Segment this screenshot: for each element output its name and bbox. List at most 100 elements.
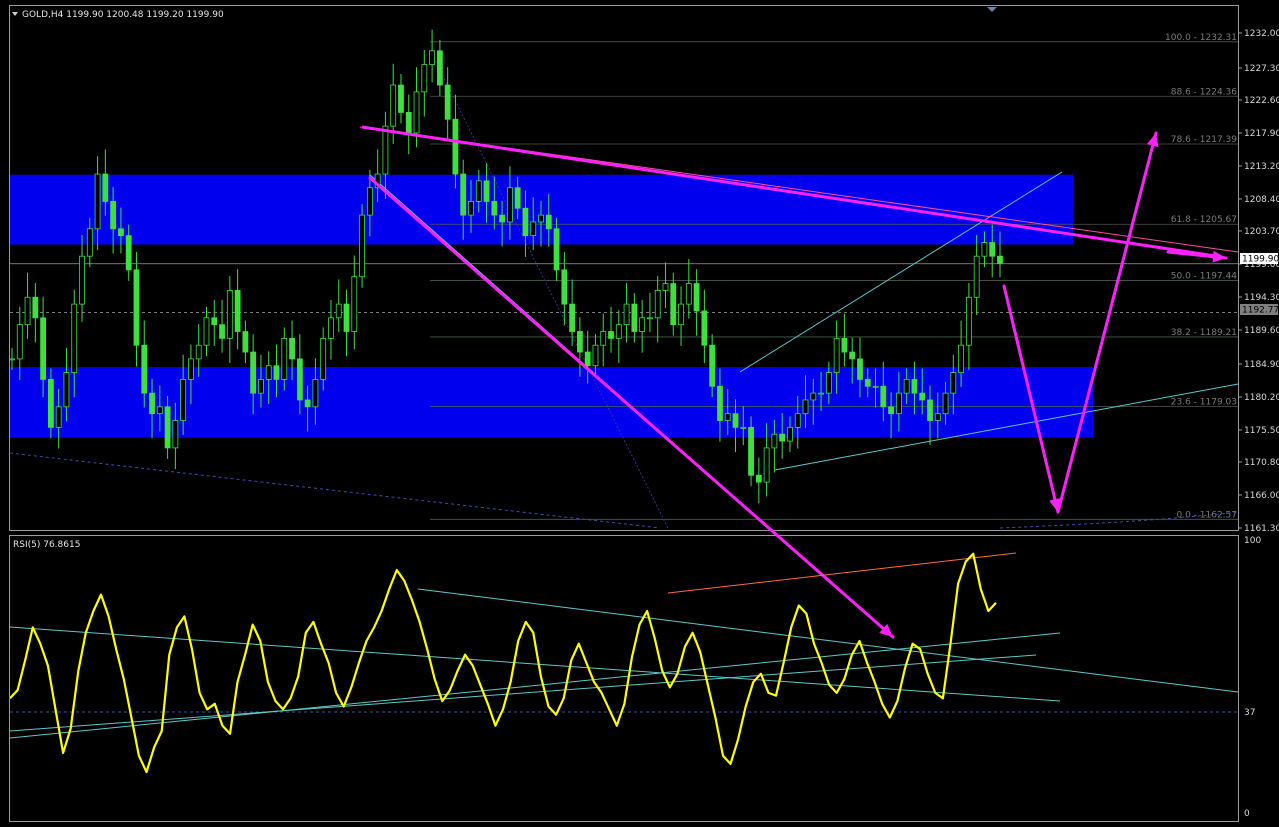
candle-body	[895, 392, 902, 415]
candle-body	[63, 372, 70, 408]
rsi-tick-label: 0	[1244, 809, 1250, 819]
candle-body	[452, 118, 459, 175]
candle-body	[180, 379, 187, 421]
chart-window: 100.0 - 1232.31 88.6 - 1224.36 78.6 - 1217…	[0, 0, 1279, 827]
dropdown-triangle-icon[interactable]	[12, 12, 18, 16]
candle-body	[538, 214, 544, 223]
lower-dashed-trendline	[10, 452, 661, 529]
candle-body	[149, 392, 155, 415]
rsi-divergence-line	[667, 552, 1017, 594]
diagonal-dotted-line	[429, 49, 669, 529]
candle-body	[755, 474, 762, 483]
candle-body	[592, 344, 599, 367]
candle-body	[545, 214, 552, 230]
price-tick-label: 1222.60	[1244, 96, 1279, 106]
candle-body	[47, 379, 54, 428]
candle-body	[141, 344, 148, 394]
candle-body	[390, 84, 397, 127]
price-tick-label: 1175.50	[1244, 426, 1279, 436]
candle-body	[981, 242, 988, 257]
candle-body	[950, 372, 957, 394]
price-tick-label: 1203.70	[1244, 227, 1279, 237]
candle-body	[289, 337, 295, 360]
fib-label: 23.6 - 1179.03	[1171, 398, 1237, 408]
candle-body	[133, 269, 140, 346]
candle-body	[382, 125, 389, 175]
price-tick-label: 1213.20	[1244, 162, 1279, 172]
candle-body	[623, 303, 630, 326]
candle-body	[86, 228, 93, 257]
price-tick-label: 1184.90	[1244, 360, 1279, 370]
candle-body	[405, 112, 412, 134]
candle-body	[615, 324, 622, 339]
candle-body	[460, 173, 467, 216]
candle-body	[678, 303, 684, 326]
candle-body	[825, 372, 832, 394]
candle-body	[172, 420, 179, 449]
candle-body	[553, 228, 560, 271]
candle-body	[724, 413, 731, 421]
candle-body	[787, 426, 793, 442]
candle-body	[569, 303, 576, 332]
candle-body	[79, 255, 85, 305]
candle-body	[506, 187, 513, 223]
candle-body	[226, 290, 233, 339]
candle-body	[118, 228, 124, 237]
rsi-tick-label: 100	[1244, 536, 1261, 546]
candle-body	[71, 303, 78, 373]
candle-body	[328, 317, 334, 339]
candle-body	[335, 303, 342, 319]
candle-body	[499, 214, 506, 223]
header-menu[interactable]	[12, 12, 18, 16]
fib-label: 100.0 - 1232.31	[1165, 33, 1237, 43]
chart-svg: 100.0 - 1232.31 88.6 - 1224.36 78.6 - 1217…	[10, 7, 1279, 819]
candle-body	[942, 392, 949, 415]
candle-body	[366, 187, 373, 216]
candle-body	[989, 242, 996, 257]
candle-body	[343, 303, 350, 332]
candle-body	[296, 358, 303, 401]
candle-body	[888, 406, 894, 415]
candle-body	[833, 337, 840, 373]
candle-body	[320, 337, 327, 380]
fib-label: 88.6 - 1224.36	[1171, 87, 1237, 97]
candle-body	[973, 255, 980, 298]
price-tick-label: 1227.30	[1244, 64, 1279, 74]
shift-marker-icon[interactable]	[987, 7, 997, 12]
candle-body	[693, 283, 700, 312]
rsi-tick-label: 37	[1244, 708, 1255, 718]
candle-body	[864, 379, 871, 387]
candle-body	[522, 207, 529, 237]
candle-body	[110, 201, 117, 230]
price-tick-label: 1166.00	[1244, 491, 1279, 501]
candle-body	[55, 406, 62, 428]
candle-body	[872, 385, 879, 388]
candle-body	[273, 365, 280, 380]
candle-body	[794, 413, 801, 428]
candle-body	[281, 337, 288, 380]
fibonacci-levels: 100.0 - 1232.31 88.6 - 1224.36 78.6 - 1217…	[430, 33, 1238, 520]
candle-body	[927, 399, 933, 421]
rsi-axis: 100 37 0	[1244, 536, 1261, 819]
candle-body	[351, 276, 358, 332]
candle-body	[195, 344, 202, 360]
candle-body	[188, 358, 194, 380]
candle-body	[958, 344, 965, 373]
rsi-title: RSI(5) 76.8615	[13, 540, 80, 550]
candle-body	[102, 173, 109, 202]
price-tick-label: 1232.00	[1244, 29, 1279, 39]
candle-body	[748, 426, 754, 476]
candle-body	[662, 283, 669, 291]
price-tick-label: 1170.80	[1244, 458, 1279, 468]
candle-body	[436, 50, 443, 86]
candle-body	[857, 358, 863, 380]
candle-body	[398, 84, 404, 113]
price-tick-label: 1194.30	[1244, 293, 1279, 303]
candle-body	[919, 392, 926, 401]
candle-body	[10, 358, 15, 361]
candle-body	[654, 290, 661, 319]
candle-body	[701, 310, 708, 346]
candle-body	[250, 351, 257, 394]
candle-body	[304, 399, 311, 408]
candle-body	[32, 296, 39, 319]
